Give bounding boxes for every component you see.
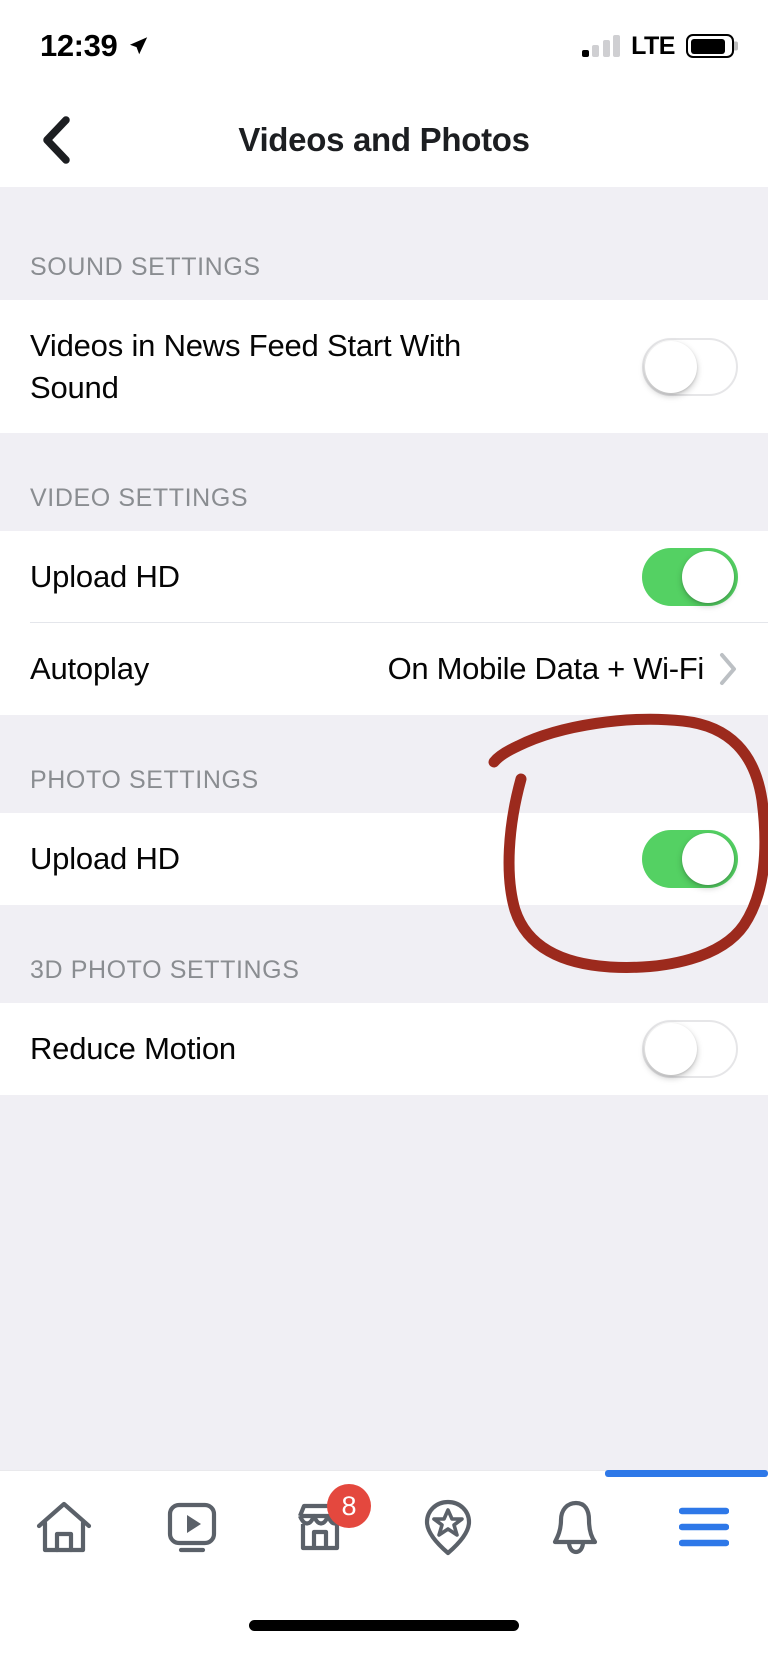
tab-groups[interactable] (384, 1471, 512, 1588)
row-autoplay[interactable]: Autoplay On Mobile Data + Wi-Fi (0, 623, 768, 715)
autoplay-value: On Mobile Data + Wi-Fi (387, 651, 705, 686)
section-header-sound-settings: SOUND SETTINGS (0, 187, 768, 300)
row-label: Upload HD (30, 559, 180, 595)
section-header-label: PHOTO SETTINGS (30, 766, 259, 794)
toggle-knob (682, 551, 734, 603)
status-bar-left: 12:39 (40, 28, 149, 64)
toggle-videos-start-with-sound[interactable] (642, 337, 738, 396)
page-title: Videos and Photos (238, 120, 530, 158)
carrier-label: LTE (631, 31, 675, 60)
toggle-knob (645, 1023, 697, 1075)
section-header-video-settings: VIDEO SETTINGS (0, 433, 768, 531)
home-icon (34, 1499, 94, 1560)
battery-icon (686, 34, 734, 58)
row-reduce-motion[interactable]: Reduce Motion (0, 1003, 768, 1095)
tab-watch[interactable] (128, 1471, 256, 1588)
section-header-3d-photo-settings: 3D PHOTO SETTINGS (0, 905, 768, 1003)
marketplace-store-icon: 8 (291, 1484, 371, 1561)
row-label: Upload HD (30, 841, 180, 877)
tab-menu[interactable] (640, 1471, 768, 1588)
section-header-label: SOUND SETTINGS (30, 253, 261, 281)
tab-notifications[interactable] (512, 1471, 640, 1588)
nav-header: Videos and Photos (0, 92, 768, 187)
toggle-knob (645, 340, 697, 393)
home-indicator (249, 1620, 519, 1631)
chevron-left-icon (43, 115, 70, 164)
row-video-upload-hd[interactable]: Upload HD (0, 531, 768, 623)
chevron-right-icon (720, 653, 736, 685)
row-label: Autoplay (30, 651, 150, 687)
section-header-photo-settings: PHOTO SETTINGS (0, 715, 768, 813)
row-label: Videos in News Feed Start With Sound (30, 328, 462, 405)
home-indicator-area (0, 1588, 768, 1663)
toggle-video-upload-hd[interactable] (642, 548, 738, 606)
location-pin-star-icon (421, 1497, 475, 1562)
status-bar: 12:39 LTE (0, 0, 768, 92)
settings-list: SOUND SETTINGS Videos in News Feed Start… (0, 187, 768, 1470)
location-arrow-icon (130, 37, 148, 55)
row-photo-upload-hd[interactable]: Upload HD (0, 813, 768, 905)
back-button[interactable] (26, 110, 86, 170)
watch-video-icon (163, 1498, 221, 1561)
section-header-label: VIDEO SETTINGS (30, 484, 249, 512)
tab-bar: 8 (0, 1470, 768, 1588)
signal-strength-icon (581, 35, 621, 57)
toggle-knob (682, 833, 734, 885)
bell-icon (549, 1497, 603, 1562)
status-bar-right: LTE (581, 31, 734, 61)
row-value-group: On Mobile Data + Wi-Fi (388, 651, 738, 687)
tab-marketplace[interactable]: 8 (256, 1471, 384, 1588)
toggle-reduce-motion[interactable] (642, 1020, 738, 1078)
tab-home[interactable] (0, 1471, 128, 1588)
row-videos-start-with-sound[interactable]: Videos in News Feed Start With Sound (0, 300, 768, 433)
toggle-photo-upload-hd[interactable] (642, 830, 738, 888)
status-time: 12:39 (40, 28, 118, 63)
app-screen: 12:39 LTE Videos and Photos SOUND SETTIN… (0, 0, 768, 1663)
row-label: Reduce Motion (30, 1031, 236, 1067)
hamburger-menu-icon (678, 1505, 730, 1554)
marketplace-badge: 8 (327, 1484, 371, 1528)
section-header-label: 3D PHOTO SETTINGS (30, 956, 300, 984)
